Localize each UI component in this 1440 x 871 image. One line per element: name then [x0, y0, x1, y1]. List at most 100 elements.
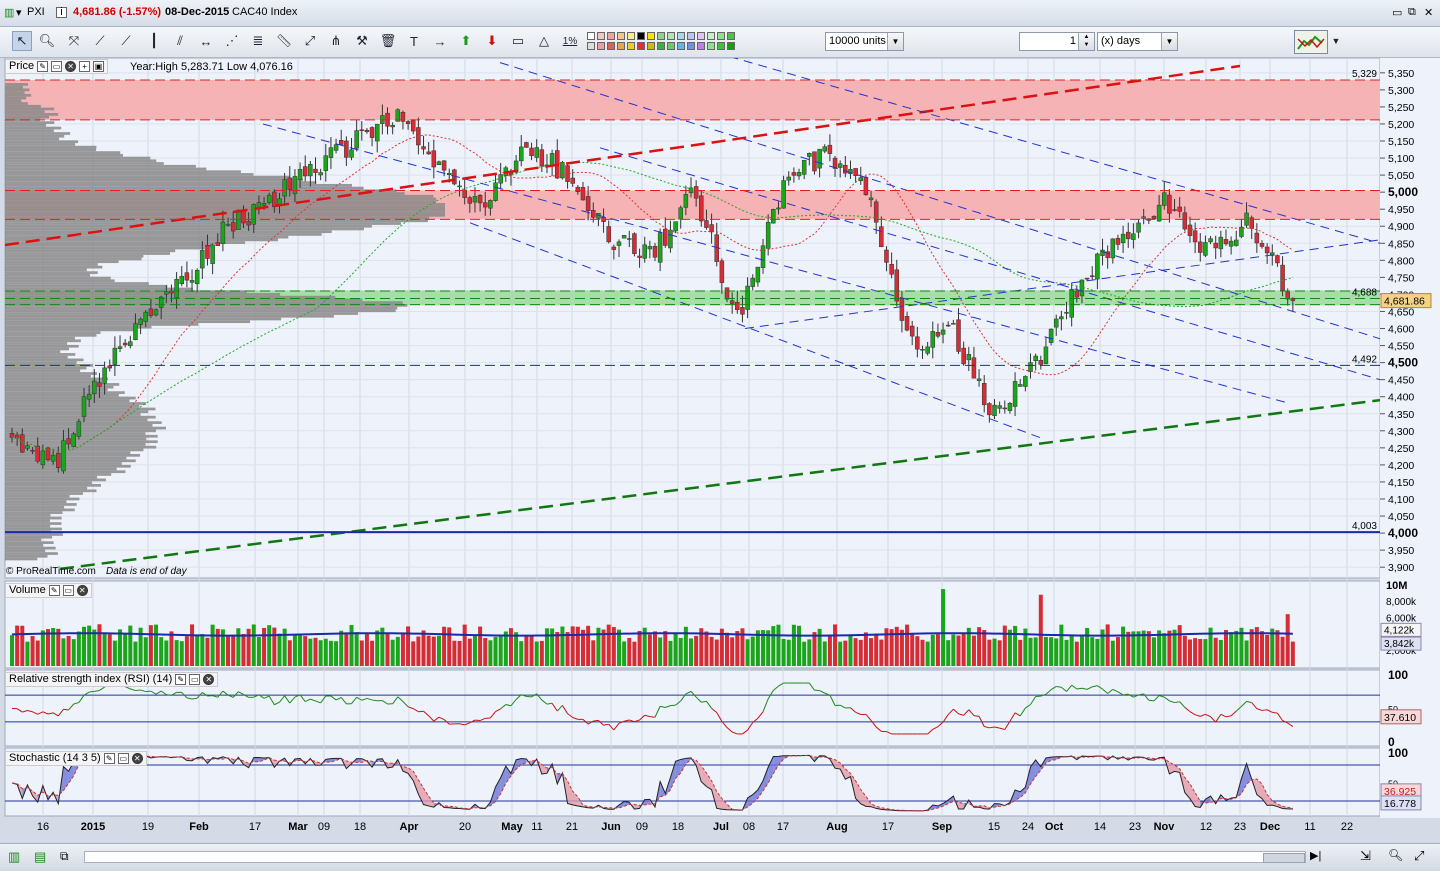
chart-style-dropdown-icon[interactable]: ▼	[1330, 31, 1342, 51]
horizontal-line-tool-icon[interactable]: ↔	[196, 31, 216, 51]
window-icon[interactable]: ▭	[63, 585, 74, 596]
chart-style-icon[interactable]	[1294, 30, 1328, 54]
close-icon[interactable]: ✕	[1424, 6, 1433, 19]
close-icon[interactable]: ✕	[203, 674, 214, 685]
candle-body	[895, 270, 899, 301]
candle-body	[1162, 193, 1166, 206]
volume-bar	[494, 637, 498, 666]
candle-body	[586, 196, 590, 210]
spinner-icon[interactable]: ▲▼	[1078, 33, 1094, 50]
candle-icon[interactable]: ▤	[34, 849, 46, 865]
hammer-tool-icon[interactable]: ⚒	[352, 31, 372, 51]
profile-bar	[5, 249, 175, 252]
horizontal-ray-icon[interactable]: →	[430, 31, 450, 51]
candle-body	[674, 222, 678, 231]
chevron-down-icon[interactable]: ▼	[1161, 33, 1177, 50]
candle-body	[442, 161, 446, 170]
candle-body	[982, 383, 986, 405]
vertical-line-tool-icon[interactable]: ┃	[144, 31, 164, 51]
profile-bar	[5, 326, 151, 329]
candle-body	[1121, 234, 1125, 243]
chart-area[interactable]: 5,3294,6884,4924,003 5,3505,3005,2505,20…	[0, 58, 1440, 843]
period-count-input[interactable]: 1▲▼	[1019, 32, 1095, 51]
wrench-icon[interactable]: ✎	[104, 753, 115, 764]
fan-tool-icon[interactable]: ⋰	[222, 31, 242, 51]
wrench-icon[interactable]: ✎	[49, 585, 60, 596]
volume-bar	[586, 626, 590, 666]
trendline-tool-icon[interactable]: ⟋	[116, 31, 136, 51]
pitchfork-tool-icon[interactable]: ⋔	[326, 31, 346, 51]
profile-bar	[5, 541, 54, 544]
ruler-tool-icon[interactable]: 📏︎	[274, 31, 294, 51]
info-icon[interactable]: i	[56, 7, 67, 18]
units-select[interactable]: 10000 units▼	[825, 32, 904, 51]
profile-bar	[5, 309, 396, 312]
text-tool-icon[interactable]: T	[404, 31, 424, 51]
stochastic-axis-label: 100	[1388, 746, 1408, 760]
symbol-label[interactable]: PXI	[27, 6, 45, 18]
color-palette[interactable]	[587, 32, 739, 52]
add-icon[interactable]: +	[79, 61, 90, 72]
scrollbar-thumb[interactable]	[1263, 853, 1305, 863]
chart-type-icon[interactable]: ▥	[8, 849, 20, 865]
volume-bar	[1131, 631, 1135, 666]
candle-body	[571, 178, 575, 183]
window-icon[interactable]: ▭	[189, 674, 200, 685]
expand-icon[interactable]: ⤢	[1414, 848, 1424, 864]
channel-tool-icon[interactable]: ⫽	[170, 31, 190, 51]
wrench-icon[interactable]: ✎	[37, 61, 48, 72]
volume-bar	[175, 640, 179, 666]
triangle-tool-icon[interactable]: △	[534, 31, 554, 51]
chevron-down-icon[interactable]: ▼	[887, 33, 903, 50]
profile-bar	[5, 110, 45, 113]
candle-body	[164, 292, 168, 295]
arrow-tool-icon[interactable]: ⤢	[300, 31, 320, 51]
zoom-tool-icon[interactable]: 🔍︎	[37, 31, 57, 51]
candle-body	[761, 246, 765, 268]
restore-icon[interactable]: ⧉	[1408, 6, 1416, 19]
minimize-icon[interactable]: ▭	[1392, 6, 1402, 19]
buy-arrow-icon[interactable]: ⬆	[456, 31, 476, 51]
volume-bar	[185, 636, 189, 666]
volume-bar	[730, 637, 734, 666]
profile-bar	[5, 509, 75, 512]
volume-bar	[396, 637, 400, 666]
profile-bar	[5, 108, 54, 111]
indicator-icon[interactable]: ⧉	[60, 849, 69, 864]
pointer-tool-icon[interactable]: ↖	[12, 31, 32, 51]
x-axis-label: 17	[882, 821, 894, 833]
line-tool-icon[interactable]: ⟋	[90, 31, 110, 51]
fibonacci-tool-icon[interactable]: ≣	[248, 31, 268, 51]
candle-body	[653, 246, 657, 257]
scroll-end-icon[interactable]: ▶|	[1310, 849, 1321, 862]
lock-icon[interactable]: ▣	[93, 61, 104, 72]
profile-bar	[5, 127, 61, 130]
candle-body	[175, 279, 179, 297]
volume-bar	[920, 640, 924, 666]
close-icon[interactable]: ✕	[65, 61, 76, 72]
horizontal-scrollbar[interactable]	[84, 851, 1306, 863]
period-unit-select[interactable]: (x) days▼	[1097, 32, 1178, 51]
close-icon[interactable]: ✕	[132, 753, 143, 764]
instrument-name: CAC40 Index	[232, 6, 297, 18]
sell-arrow-icon[interactable]: ⬇	[482, 31, 502, 51]
compress-icon[interactable]: ⇲	[1360, 848, 1371, 864]
volume-bar	[97, 624, 101, 666]
profile-bar	[5, 307, 397, 310]
volume-bar	[658, 637, 662, 666]
wrench-icon[interactable]: ✎	[175, 674, 186, 685]
trash-icon[interactable]: 🗑︎	[378, 31, 398, 51]
close-icon[interactable]: ✕	[77, 585, 88, 596]
volume-bar	[638, 631, 642, 666]
window-icon[interactable]: ▭	[118, 753, 129, 764]
symbol-dropdown-icon[interactable]: ▾	[16, 6, 22, 19]
volume-bar	[344, 632, 348, 666]
candle-body	[956, 320, 960, 352]
percent-tool-icon[interactable]: 1%	[560, 31, 580, 51]
rectangle-tool-icon[interactable]: ▭	[508, 31, 528, 51]
stochastic-panel[interactable]	[5, 748, 1380, 816]
zoom-out-icon[interactable]: 🔍︎	[1388, 848, 1403, 862]
candle-body	[1116, 238, 1120, 244]
window-icon[interactable]: ▭	[51, 61, 62, 72]
crosshair-tool-icon[interactable]: ⤧	[64, 31, 84, 51]
